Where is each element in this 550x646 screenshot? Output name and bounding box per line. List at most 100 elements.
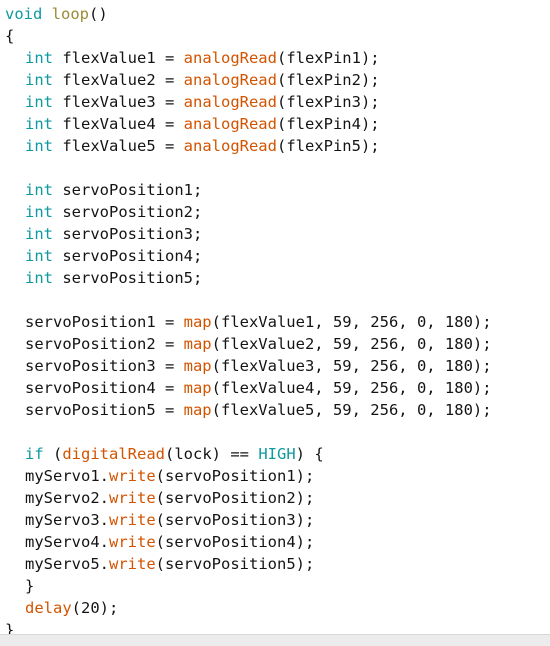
- code-token-keyword: int: [25, 137, 53, 155]
- code-token-plain: ) {: [295, 445, 324, 463]
- code-token-keyword: int: [25, 225, 53, 243]
- code-token-keyword: if: [25, 445, 44, 463]
- code-token-plain: servoPosition1 =: [25, 313, 184, 331]
- code-line[interactable]: int servoPosition3;: [0, 223, 550, 245]
- code-token-func: map: [183, 357, 212, 375]
- status-bar: [0, 634, 550, 646]
- code-token-plain: (flexValue3, 59, 256, 0, 180);: [211, 357, 492, 375]
- code-token-keyword: void: [5, 5, 43, 23]
- code-token-plain: }: [25, 577, 35, 595]
- code-token-func: map: [183, 335, 212, 353]
- code-token-plain: flexValue3 =: [53, 93, 184, 111]
- code-token-func: map: [183, 379, 212, 397]
- code-line[interactable]: [0, 421, 550, 443]
- code-token-plain: (servoPosition5);: [155, 555, 315, 573]
- code-token-plain: myServo5.: [25, 555, 109, 573]
- code-token-plain: (flexValue4, 59, 256, 0, 180);: [211, 379, 492, 397]
- code-editor[interactable]: void loop(){int flexValue1 = analogRead(…: [0, 0, 550, 646]
- code-token-func: analogRead: [183, 93, 277, 111]
- code-line[interactable]: int servoPosition1;: [0, 179, 550, 201]
- code-token-plain: flexValue4 =: [53, 115, 184, 133]
- code-token-func: map: [183, 401, 212, 419]
- code-line[interactable]: servoPosition1 = map(flexValue1, 59, 256…: [0, 311, 550, 333]
- code-token-plain: servoPosition5 =: [25, 401, 184, 419]
- code-line[interactable]: myServo3.write(servoPosition3);: [0, 509, 550, 531]
- code-line[interactable]: int flexValue4 = analogRead(flexPin4);: [0, 113, 550, 135]
- code-token-plain: servoPosition4 =: [25, 379, 184, 397]
- code-token-plain: myServo1.: [25, 467, 109, 485]
- code-line[interactable]: {: [0, 25, 550, 47]
- code-token-func: write: [109, 555, 156, 573]
- code-token-plain: (flexPin2);: [276, 71, 380, 89]
- code-token-plain: (flexValue2, 59, 256, 0, 180);: [211, 335, 492, 353]
- code-line[interactable]: myServo4.write(servoPosition4);: [0, 531, 550, 553]
- code-text-area[interactable]: void loop(){int flexValue1 = analogRead(…: [0, 0, 550, 634]
- code-token-plain: servoPosition4;: [53, 247, 203, 265]
- code-line[interactable]: if (digitalRead(lock) == HIGH) {: [0, 443, 550, 465]
- code-line[interactable]: myServo2.write(servoPosition2);: [0, 487, 550, 509]
- code-token-plain: myServo2.: [25, 489, 109, 507]
- code-token-func: analogRead: [183, 49, 277, 67]
- code-line[interactable]: [0, 157, 550, 179]
- code-token-func: write: [109, 533, 156, 551]
- code-line[interactable]: servoPosition2 = map(flexValue2, 59, 256…: [0, 333, 550, 355]
- code-token-plain: (flexPin1);: [276, 49, 380, 67]
- code-line[interactable]: servoPosition5 = map(flexValue5, 59, 256…: [0, 399, 550, 421]
- code-token-func: analogRead: [183, 137, 277, 155]
- code-token-func: write: [109, 511, 156, 529]
- code-token-keyword: int: [25, 247, 53, 265]
- code-token-plain: (flexPin3);: [276, 93, 380, 111]
- code-token-plain: (lock) ==: [165, 445, 259, 463]
- code-token-keyword: int: [25, 71, 53, 89]
- code-line[interactable]: int servoPosition2;: [0, 201, 550, 223]
- code-token-func: delay: [25, 599, 72, 617]
- code-token-plain: (flexPin4);: [276, 115, 380, 133]
- code-token-plain: servoPosition2 =: [25, 335, 184, 353]
- code-token-ident: loop: [51, 5, 89, 23]
- code-token-keyword: int: [25, 269, 53, 287]
- code-token-plain: flexValue1 =: [53, 49, 184, 67]
- code-line[interactable]: void loop(): [0, 3, 550, 25]
- code-token-plain: servoPosition5;: [53, 269, 203, 287]
- code-token-const: HIGH: [258, 445, 296, 463]
- code-token-plain: servoPosition3;: [53, 225, 203, 243]
- code-line[interactable]: int servoPosition4;: [0, 245, 550, 267]
- code-token-plain: servoPosition1;: [53, 181, 203, 199]
- code-token-plain: {: [5, 27, 15, 45]
- code-line[interactable]: int flexValue1 = analogRead(flexPin1);: [0, 47, 550, 69]
- code-token-plain: (: [43, 445, 63, 463]
- code-line[interactable]: [0, 289, 550, 311]
- code-token-keyword: int: [25, 181, 53, 199]
- code-line[interactable]: }: [0, 619, 550, 634]
- code-token-func: analogRead: [183, 71, 277, 89]
- code-line[interactable]: myServo5.write(servoPosition5);: [0, 553, 550, 575]
- code-token-plain: myServo4.: [25, 533, 109, 551]
- code-token-func: analogRead: [183, 115, 277, 133]
- code-token-plain: (flexValue1, 59, 256, 0, 180);: [211, 313, 492, 331]
- code-token-plain: servoPosition3 =: [25, 357, 184, 375]
- code-token-plain: (servoPosition3);: [155, 511, 315, 529]
- code-token-keyword: int: [25, 203, 53, 221]
- code-line[interactable]: myServo1.write(servoPosition1);: [0, 465, 550, 487]
- code-line[interactable]: delay(20);: [0, 597, 550, 619]
- code-token-keyword: int: [25, 115, 53, 133]
- code-token-plain: (): [89, 5, 108, 23]
- code-line[interactable]: int flexValue2 = analogRead(flexPin2);: [0, 69, 550, 91]
- code-line[interactable]: int flexValue3 = analogRead(flexPin3);: [0, 91, 550, 113]
- code-token-plain: (servoPosition1);: [155, 467, 315, 485]
- code-token-plain: (flexValue5, 59, 256, 0, 180);: [211, 401, 492, 419]
- code-line[interactable]: int servoPosition5;: [0, 267, 550, 289]
- code-token-plain: servoPosition2;: [53, 203, 203, 221]
- code-line[interactable]: servoPosition4 = map(flexValue4, 59, 256…: [0, 377, 550, 399]
- code-line[interactable]: servoPosition3 = map(flexValue3, 59, 256…: [0, 355, 550, 377]
- code-line[interactable]: }: [0, 575, 550, 597]
- code-token-plain: myServo3.: [25, 511, 109, 529]
- code-token-plain: (servoPosition2);: [155, 489, 315, 507]
- code-token-plain: flexValue5 =: [53, 137, 184, 155]
- code-token-plain: (servoPosition4);: [155, 533, 315, 551]
- code-line[interactable]: int flexValue5 = analogRead(flexPin5);: [0, 135, 550, 157]
- code-token-plain: (20);: [71, 599, 119, 617]
- code-token-func: write: [109, 489, 156, 507]
- code-token-func: digitalRead: [62, 445, 165, 463]
